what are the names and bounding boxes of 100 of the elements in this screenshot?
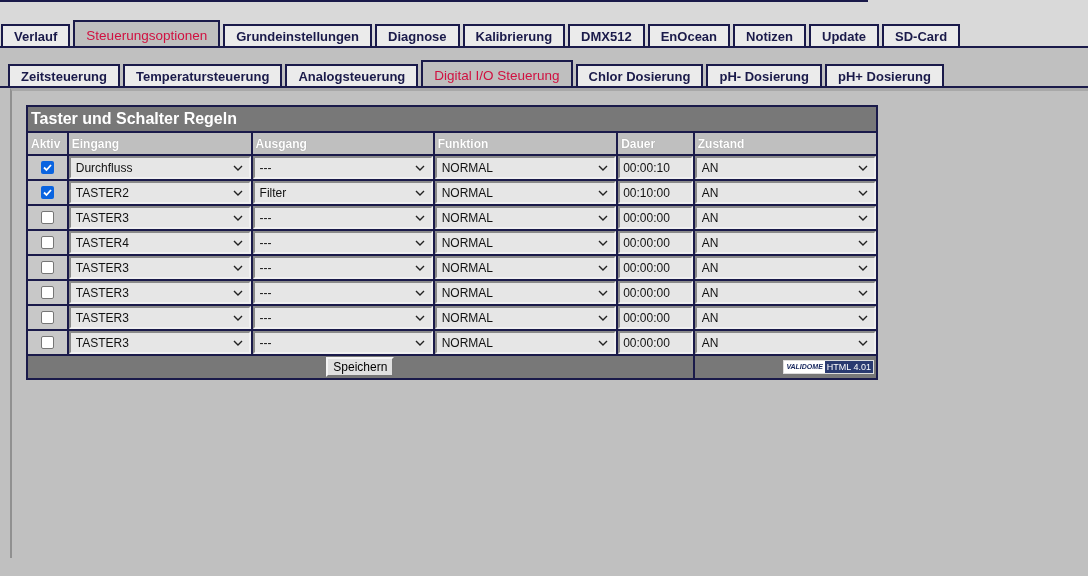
dropdown[interactable]: TASTER3	[68, 281, 251, 304]
dropdown[interactable]: TASTER3	[68, 331, 251, 354]
time-field[interactable]: 00:00:00	[618, 231, 693, 254]
chevron-down-icon	[414, 189, 425, 196]
tab[interactable]: pH- Dosierung	[706, 64, 822, 86]
tab[interactable]: Kalibrierung	[462, 24, 566, 46]
dropdown[interactable]: AN	[694, 181, 876, 204]
column-header: Ausgang	[252, 133, 433, 154]
tab[interactable]: EnOcean	[647, 24, 731, 46]
chevron-down-icon	[858, 189, 868, 196]
chevron-down-icon	[414, 239, 425, 246]
chevron-down-icon	[414, 164, 425, 171]
dropdown[interactable]: AN	[694, 331, 876, 354]
dropdown[interactable]: AN	[694, 156, 876, 179]
dropdown[interactable]: NORMAL	[434, 281, 617, 304]
dropdown[interactable]: AN	[694, 256, 876, 279]
dropdown[interactable]: NORMAL	[434, 206, 617, 229]
dropdown[interactable]: Filter	[252, 181, 433, 204]
time-field[interactable]: 00:00:00	[618, 306, 693, 329]
column-header: Dauer	[618, 133, 693, 154]
column-header: Aktiv	[28, 133, 67, 154]
checkbox[interactable]	[40, 161, 54, 174]
dropdown[interactable]: AN	[694, 231, 876, 254]
chevron-down-icon	[598, 264, 609, 271]
dropdown[interactable]: TASTER3	[68, 206, 251, 229]
chevron-down-icon	[598, 239, 609, 246]
column-header: Zustand	[694, 133, 876, 154]
dropdown[interactable]: TASTER4	[68, 231, 251, 254]
time-field[interactable]: 00:00:00	[618, 281, 693, 304]
tab[interactable]: DMX512	[568, 24, 645, 46]
checkbox[interactable]	[40, 336, 54, 349]
dropdown[interactable]: TASTER3	[68, 256, 251, 279]
tab[interactable]: Zeitsteuerung	[8, 64, 120, 86]
dropdown[interactable]: ---	[252, 281, 433, 304]
checkbox[interactable]	[40, 311, 54, 324]
chevron-down-icon	[858, 339, 868, 346]
dropdown[interactable]: TASTER3	[68, 306, 251, 329]
dropdown[interactable]: AN	[694, 306, 876, 329]
chevron-down-icon	[232, 239, 243, 246]
tab[interactable]: Temperatursteuerung	[122, 64, 283, 86]
chevron-down-icon	[232, 314, 243, 321]
dropdown[interactable]: NORMAL	[434, 156, 617, 179]
checkbox[interactable]	[40, 236, 54, 249]
dropdown[interactable]: ---	[252, 331, 433, 354]
chevron-down-icon	[858, 214, 868, 221]
dropdown[interactable]: ---	[252, 306, 433, 329]
chevron-down-icon	[598, 314, 609, 321]
chevron-down-icon	[858, 164, 868, 171]
chevron-down-icon	[414, 214, 425, 221]
chevron-down-icon	[858, 289, 868, 296]
checkbox[interactable]	[40, 286, 54, 299]
tab[interactable]: Diagnose	[375, 24, 460, 46]
dropdown[interactable]: NORMAL	[434, 181, 617, 204]
checkbox[interactable]	[40, 186, 54, 199]
tab[interactable]: Analogsteuerung	[285, 64, 419, 86]
time-field[interactable]: 00:10:00	[618, 181, 693, 204]
chevron-down-icon	[598, 164, 609, 171]
chevron-down-icon	[414, 289, 425, 296]
checkbox[interactable]	[40, 211, 54, 224]
tab[interactable]: pH+ Dosierung	[825, 64, 944, 86]
dropdown[interactable]: ---	[252, 156, 433, 179]
dropdown[interactable]: NORMAL	[434, 306, 617, 329]
chevron-down-icon	[858, 239, 868, 246]
save-button[interactable]: Speichern	[326, 357, 395, 377]
tab[interactable]: Chlor Dosierung	[575, 64, 704, 86]
time-field[interactable]: 00:00:10	[618, 156, 693, 179]
dropdown[interactable]: ---	[252, 206, 433, 229]
checkbox[interactable]	[40, 261, 54, 274]
tab[interactable]: Update	[809, 24, 880, 46]
chevron-down-icon	[232, 164, 243, 171]
dropdown[interactable]: NORMAL	[434, 331, 617, 354]
dropdown[interactable]: ---	[252, 256, 433, 279]
dropdown[interactable]: Durchfluss	[68, 156, 251, 179]
chevron-down-icon	[414, 314, 425, 321]
chevron-down-icon	[598, 289, 609, 296]
chevron-down-icon	[858, 314, 868, 321]
chevron-down-icon	[414, 339, 425, 346]
dropdown[interactable]: AN	[694, 206, 876, 229]
dropdown[interactable]: NORMAL	[434, 231, 617, 254]
chevron-down-icon	[858, 264, 868, 271]
dropdown[interactable]: TASTER2	[68, 181, 251, 204]
tab[interactable]: Notizen	[733, 24, 806, 46]
time-field[interactable]: 00:00:00	[618, 256, 693, 279]
tab[interactable]: Verlauf	[1, 24, 71, 46]
chevron-down-icon	[232, 189, 243, 196]
time-field[interactable]: 00:00:00	[618, 206, 693, 229]
dropdown[interactable]: ---	[252, 231, 433, 254]
chevron-down-icon	[598, 339, 609, 346]
tab[interactable]: Grundeinstellungen	[223, 24, 372, 46]
dropdown[interactable]: NORMAL	[434, 256, 617, 279]
chevron-down-icon	[232, 264, 243, 271]
chevron-down-icon	[232, 289, 243, 296]
dropdown[interactable]: AN	[694, 281, 876, 304]
chevron-down-icon	[414, 264, 425, 271]
column-header: Eingang	[68, 133, 251, 154]
tab[interactable]: SD-Card	[882, 24, 961, 46]
column-header: Funktion	[434, 133, 617, 154]
table-title: Taster und Schalter Regeln	[31, 110, 237, 127]
chevron-down-icon	[598, 214, 609, 221]
time-field[interactable]: 00:00:00	[618, 331, 693, 354]
